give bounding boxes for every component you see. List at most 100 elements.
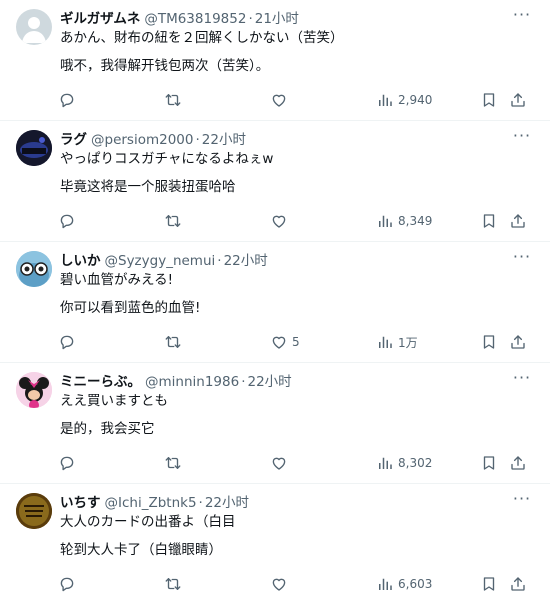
post-time[interactable]: 21小时 — [255, 11, 299, 27]
user-handle[interactable]: @Syzygy_nemui — [105, 253, 216, 269]
like-button[interactable] — [270, 453, 292, 473]
post-time[interactable]: 22小时 — [247, 374, 291, 390]
views-icon — [379, 336, 392, 348]
display-name[interactable]: しいか — [60, 253, 101, 269]
view-count: 2,940 — [398, 93, 433, 107]
retweet-button[interactable] — [164, 90, 182, 110]
avatar[interactable] — [16, 130, 52, 166]
share-icon — [511, 456, 525, 470]
more-icon[interactable]: ··· — [512, 491, 532, 510]
bookmark-button[interactable] — [480, 90, 498, 110]
display-name[interactable]: いちす — [60, 495, 101, 511]
bookmark-icon — [483, 93, 495, 107]
reply-button[interactable] — [58, 90, 76, 110]
post[interactable]: ギルガザムネ @TM63819852 · 21小时 ··· あかん、財布の紐を２回解く… — [0, 0, 550, 121]
retweet-button[interactable] — [164, 574, 182, 594]
bookmark-icon — [483, 456, 495, 470]
post[interactable]: しいか @Syzygy_nemui · 22小时 ··· 碧い血管がみえる! 你可以看… — [0, 242, 550, 363]
views-icon — [379, 457, 392, 469]
share-icon — [511, 335, 525, 349]
retweet-icon — [165, 457, 181, 469]
like-button[interactable] — [270, 90, 292, 110]
reply-icon — [60, 456, 74, 471]
views-button[interactable]: 1万 — [376, 332, 418, 352]
action-bar: 8,302 — [0, 453, 550, 473]
like-count: 5 — [292, 335, 300, 349]
post-time[interactable]: 22小时 — [202, 132, 246, 148]
post-time[interactable]: 22小时 — [224, 253, 268, 269]
post[interactable]: ラグ @persiom2000 · 22小时 ··· やっぱりコスガチャになるよねぇw… — [0, 121, 550, 242]
display-name[interactable]: ラグ — [60, 132, 87, 148]
share-button[interactable] — [509, 574, 527, 594]
action-bar: 6,603 — [0, 574, 550, 594]
more-icon[interactable]: ··· — [512, 128, 532, 147]
reply-icon — [60, 93, 74, 108]
avatar[interactable] — [16, 372, 52, 408]
views-icon — [379, 578, 392, 590]
display-name[interactable]: ミニーらぶ。 — [60, 374, 141, 390]
post[interactable]: いちす @Ichi_Zbtnk5 · 22小时 ··· 大人のカードの出番よ（白目 轮… — [0, 484, 550, 602]
views-icon — [379, 94, 392, 106]
reply-button[interactable] — [58, 574, 76, 594]
post-translation: 是的，我会买它 — [60, 421, 155, 437]
view-count: 8,349 — [398, 214, 433, 228]
like-icon — [272, 94, 286, 107]
share-button[interactable] — [509, 332, 527, 352]
share-button[interactable] — [509, 453, 527, 473]
user-handle[interactable]: @minnin1986 — [145, 374, 239, 390]
reply-icon — [60, 577, 74, 592]
view-count: 1万 — [398, 335, 418, 350]
share-icon — [511, 93, 525, 107]
views-button[interactable]: 6,603 — [376, 574, 432, 594]
reply-button[interactable] — [58, 211, 76, 231]
bookmark-icon — [483, 577, 495, 591]
views-button[interactable]: 8,349 — [376, 211, 432, 231]
more-icon[interactable]: ··· — [512, 7, 532, 26]
post-text: 大人のカードの出番よ（白目 — [60, 514, 236, 530]
reply-button[interactable] — [58, 332, 76, 352]
more-icon[interactable]: ··· — [512, 370, 532, 389]
like-button[interactable] — [270, 211, 292, 231]
reply-button[interactable] — [58, 453, 76, 473]
action-bar: 5 1万 — [0, 332, 550, 352]
share-button[interactable] — [509, 211, 527, 231]
more-icon[interactable]: ··· — [512, 249, 532, 268]
like-icon — [272, 336, 286, 349]
post-header: ミニーらぶ。 @minnin1986 · 22小时 — [60, 374, 292, 390]
views-button[interactable]: 2,940 — [376, 90, 432, 110]
post[interactable]: ミニーらぶ。 @minnin1986 · 22小时 ··· ええ買いますとも 是的，我… — [0, 363, 550, 484]
views-button[interactable]: 8,302 — [376, 453, 432, 473]
like-button[interactable] — [270, 574, 292, 594]
bookmark-button[interactable] — [480, 332, 498, 352]
post-header: いちす @Ichi_Zbtnk5 · 22小时 — [60, 495, 250, 511]
retweet-icon — [165, 336, 181, 348]
like-icon — [272, 578, 286, 591]
retweet-icon — [165, 215, 181, 227]
share-icon — [511, 214, 525, 228]
retweet-button[interactable] — [164, 332, 182, 352]
display-name[interactable]: ギルガザムネ — [60, 11, 140, 27]
post-time[interactable]: 22小时 — [205, 495, 249, 511]
action-bar: 8,349 — [0, 211, 550, 231]
user-handle[interactable]: @TM63819852 — [144, 11, 246, 27]
post-translation: 轮到大人卡了（白镴眼睛） — [60, 542, 222, 558]
reply-icon — [60, 335, 74, 350]
post-header: ラグ @persiom2000 · 22小时 — [60, 132, 246, 148]
like-icon — [272, 457, 286, 470]
avatar[interactable] — [16, 251, 52, 287]
retweet-button[interactable] — [164, 211, 182, 231]
post-header: ギルガザムネ @TM63819852 · 21小时 — [60, 11, 299, 27]
bookmark-button[interactable] — [480, 574, 498, 594]
avatar[interactable] — [16, 9, 52, 45]
user-handle[interactable]: @persiom2000 — [91, 132, 193, 148]
bookmark-button[interactable] — [480, 211, 498, 231]
bookmark-button[interactable] — [480, 453, 498, 473]
user-handle[interactable]: @Ichi_Zbtnk5 — [105, 495, 197, 511]
retweet-button[interactable] — [164, 453, 182, 473]
like-button[interactable]: 5 — [270, 332, 300, 352]
retweet-icon — [165, 94, 181, 106]
share-button[interactable] — [509, 90, 527, 110]
post-text: やっぱりコスガチャになるよねぇw — [60, 151, 274, 167]
action-bar: 2,940 — [0, 90, 550, 110]
avatar[interactable] — [16, 493, 52, 529]
